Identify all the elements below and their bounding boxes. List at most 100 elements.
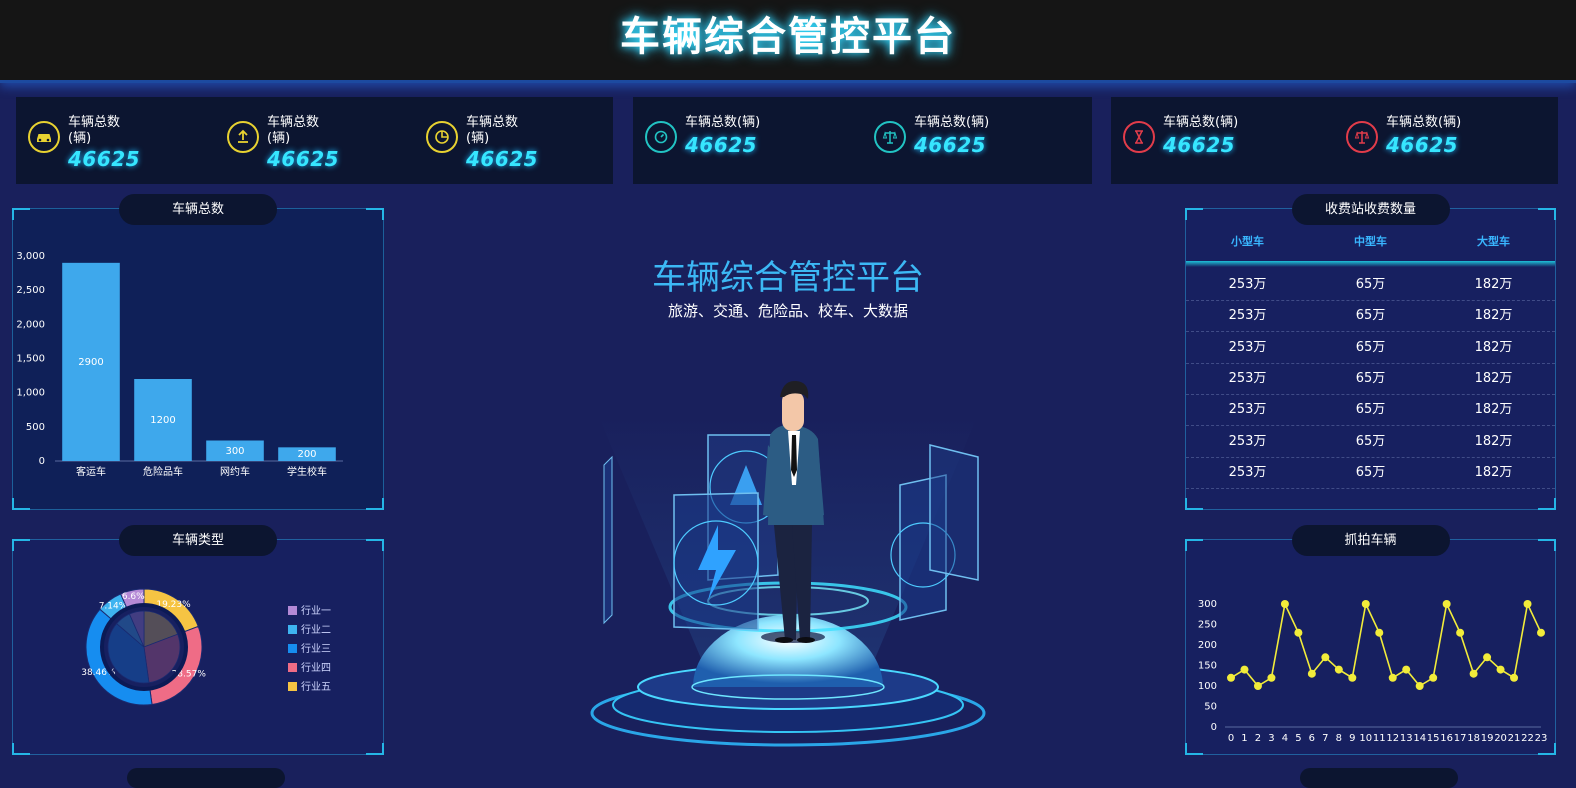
- data-point: [1334, 665, 1343, 674]
- table-row: 253万 65万 182万: [1186, 363, 1555, 395]
- legend-swatch: [288, 663, 297, 672]
- capture-panel: 抓拍车辆 0 50 100 150 200 250 300 0 1 2 3 4 5 6 7 8 9 10 11 12 1…: [1185, 525, 1556, 755]
- data-point: [1469, 669, 1478, 678]
- stat-label-unit: (辆): [466, 131, 490, 146]
- series-line: [1230, 601, 1542, 688]
- data-point: [1240, 665, 1249, 674]
- x-tick-label: 17: [1454, 733, 1467, 744]
- x-tick-label: 12: [1386, 733, 1399, 744]
- legend-item[interactable]: 行业三: [288, 640, 331, 655]
- x-tick-label: 11: [1373, 733, 1386, 744]
- y-tick-label: 200: [1198, 640, 1217, 651]
- panel-title-partial: [127, 768, 285, 788]
- data-point: [1442, 600, 1451, 608]
- table-cell: 65万: [1355, 370, 1386, 386]
- x-tick-label: 15: [1427, 733, 1440, 744]
- y-tick-label: 0: [39, 456, 45, 467]
- x-tick-label: 1: [1241, 733, 1247, 744]
- stat-label-unit: (辆): [68, 131, 92, 146]
- y-tick-label: 300: [1198, 599, 1217, 610]
- stat-value: 46625: [68, 147, 141, 171]
- x-tick-label: 21: [1508, 733, 1521, 744]
- data-point: [1294, 628, 1303, 637]
- x-tick-label: 4: [1282, 733, 1288, 744]
- table-cell: 182万: [1474, 339, 1513, 355]
- stat-card: 车辆总数(辆) 46625: [862, 97, 1092, 184]
- legend-item[interactable]: 行业五: [288, 678, 331, 693]
- data-point: [1483, 653, 1492, 662]
- x-tick-label: 7: [1322, 733, 1328, 744]
- center-subtitle: 旅游、交通、危险品、校车、大数据: [667, 302, 908, 320]
- legend-item[interactable]: 行业四: [288, 659, 331, 674]
- stat-label: 车辆总数: [267, 115, 320, 130]
- data-point: [1267, 673, 1276, 682]
- hologram-illustration: [590, 380, 986, 747]
- data-point: [1307, 669, 1316, 678]
- data-label: 2900: [78, 357, 103, 368]
- table-row: 253万 65万 182万: [1186, 394, 1555, 427]
- legend-swatch: [288, 625, 297, 634]
- x-tick-label: 20: [1494, 733, 1507, 744]
- table-scroll-glow: [1186, 261, 1555, 267]
- table-cell: 253万: [1228, 433, 1267, 449]
- legend-item[interactable]: 行业二: [288, 621, 331, 636]
- x-tick-label: 13: [1400, 733, 1413, 744]
- data-point: [1361, 600, 1370, 608]
- x-tick-label: 5: [1295, 733, 1301, 744]
- table-cell: 182万: [1474, 277, 1513, 292]
- line-chart: 0501001502002503000 1 2 3 4 5 6 7 8 9 10 11 12 13 14 15…: [1198, 599, 1548, 744]
- stat-label: 车辆总数: [466, 115, 519, 130]
- slice-label: 6.6%: [122, 592, 145, 602]
- stat-value: 46625: [466, 147, 539, 171]
- legend-label: 行业五: [301, 682, 331, 693]
- y-tick-label: 0: [1211, 722, 1217, 733]
- table-cell: 65万: [1355, 308, 1386, 324]
- y-tick-label: 2,000: [16, 319, 45, 330]
- x-tick-label: 学生校车: [287, 465, 327, 478]
- y-tick-label: 250: [1198, 620, 1217, 631]
- y-tick-label: 500: [26, 422, 45, 433]
- stat-card: 车辆总数(辆) 46625: [414, 97, 613, 184]
- stat-value: 46625: [267, 147, 340, 171]
- legend-item[interactable]: 行业一: [288, 602, 331, 617]
- data-point: [1227, 673, 1235, 682]
- stat-value: 46625: [1386, 133, 1459, 157]
- table-cell: 253万: [1228, 464, 1267, 480]
- x-tick-label: 23: [1535, 733, 1548, 744]
- data-label: 1200: [150, 415, 175, 426]
- table-header: 小型车 中型车 大型车: [1186, 233, 1555, 251]
- stat-card: 车辆总数(辆) 46625: [633, 97, 862, 184]
- upload-icon: [227, 121, 259, 153]
- stat-label: 车辆总数(辆): [1386, 115, 1462, 130]
- x-tick-label: 14: [1413, 733, 1426, 744]
- table-row: 253万 65万 182万: [1186, 332, 1555, 364]
- panel-title: 收费站收费数量: [1291, 194, 1450, 225]
- table-cell: 253万: [1228, 308, 1267, 324]
- data-point: [1280, 600, 1289, 608]
- x-tick-label: 2: [1255, 733, 1261, 744]
- x-tick-label: 危险品车: [143, 465, 183, 478]
- table-row: 253万 65万 182万: [1186, 426, 1555, 458]
- legend-label: 行业二: [301, 625, 331, 636]
- x-tick-label: 18: [1467, 733, 1480, 744]
- table-cell: 253万: [1228, 402, 1267, 418]
- x-tick-label: 客运车: [76, 465, 106, 478]
- data-point: [1348, 673, 1357, 682]
- stat-value: 46625: [914, 133, 987, 157]
- stat-value: 46625: [685, 133, 758, 157]
- y-tick-label: 1,500: [16, 354, 45, 365]
- legend-swatch: [288, 644, 297, 653]
- column-header: 中型车: [1354, 235, 1387, 248]
- stat-value: 46625: [1163, 133, 1236, 157]
- scale-icon: [1346, 121, 1378, 153]
- data-point: [1415, 682, 1424, 690]
- y-tick-label: 100: [1198, 681, 1217, 692]
- x-tick-label: 9: [1349, 733, 1355, 744]
- x-tick-label: 19: [1481, 733, 1494, 744]
- stat-group-2: 车辆总数(辆) 46625 车辆总数(辆) 46625: [633, 97, 1092, 184]
- legend-swatch: [288, 606, 297, 615]
- y-tick-label: 2,500: [16, 285, 45, 296]
- x-tick-label: 22: [1521, 733, 1534, 744]
- data-label: 300: [225, 446, 244, 457]
- hourglass-icon: [1123, 121, 1155, 153]
